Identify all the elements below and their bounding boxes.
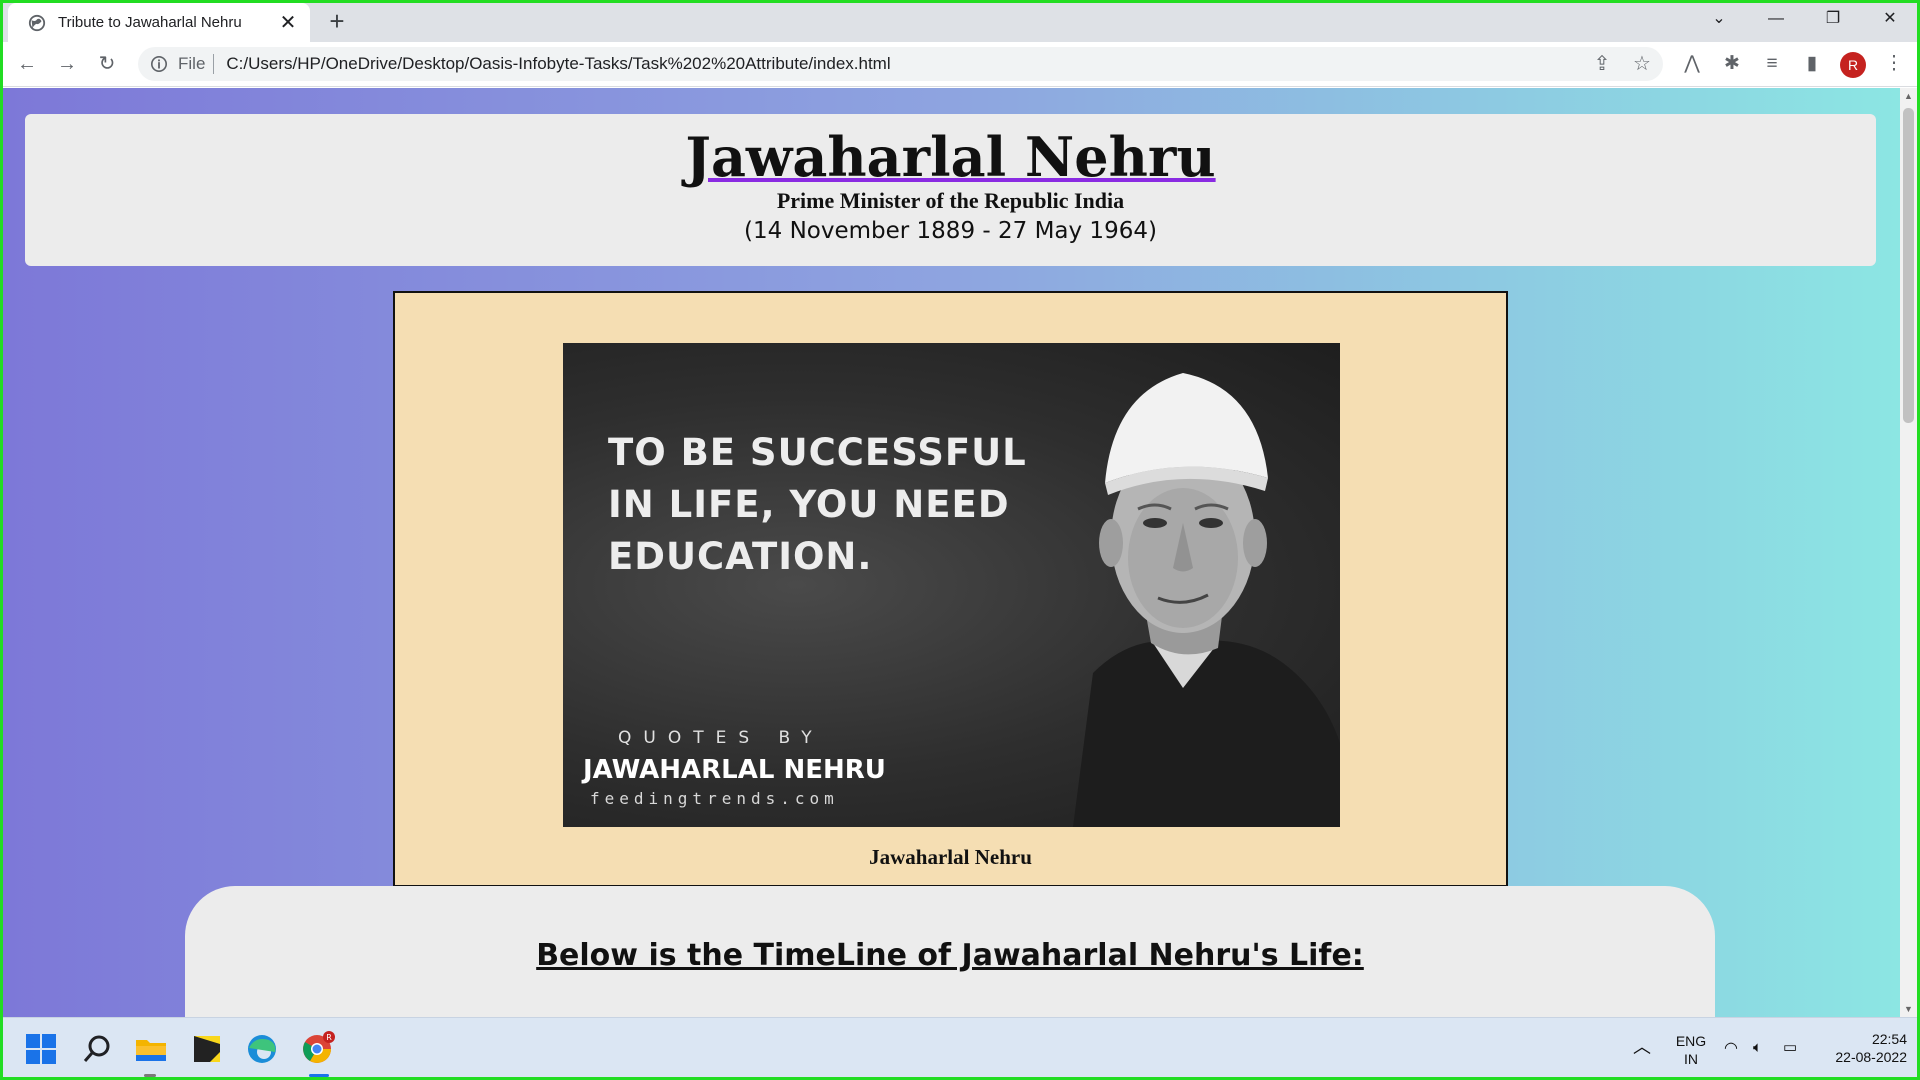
image-figure: TO BE SUCCESSFUL IN LIFE, YOU NEED EDUCA… [393, 291, 1508, 887]
language-indicator[interactable]: ENG IN [1671, 1032, 1711, 1068]
new-tab-button[interactable]: + [322, 6, 352, 36]
restore-icon[interactable]: ❐ [1805, 0, 1861, 38]
tab-search-icon[interactable]: ⌄ [1691, 0, 1747, 38]
quotes-by-label: QUOTES BY [618, 728, 824, 748]
forward-icon[interactable]: → [51, 48, 83, 80]
browser-tab-active[interactable]: Tribute to Jawaharlal Nehru ✕ [8, 3, 310, 42]
chrome-profile-badge: R [326, 1033, 332, 1042]
quote-text: TO BE SUCCESSFUL IN LIFE, YOU NEED EDUCA… [608, 427, 1027, 583]
timeline-heading: Below is the TimeLine of Jawaharlal Nehr… [536, 938, 1364, 973]
url-text[interactable]: C:/Users/HP/OneDrive/Desktop/Oasis-Infob… [226, 54, 890, 74]
side-panel-icon[interactable]: ▮ [1796, 48, 1828, 80]
scroll-up-icon[interactable]: ▲ [1900, 88, 1917, 104]
page-title: Jawaharlal Nehru [685, 125, 1216, 189]
info-icon[interactable] [150, 55, 168, 73]
minimize-icon[interactable]: — [1748, 0, 1804, 38]
sticky-notes-icon[interactable] [188, 1030, 226, 1068]
battery-icon[interactable]: ▭ [1783, 1039, 1797, 1057]
page-subtitle: Prime Minister of the Republic India [776, 188, 1125, 213]
scroll-down-icon[interactable]: ▼ [1900, 1001, 1917, 1017]
quote-line-1: TO BE SUCCESSFUL [608, 431, 1027, 474]
nehru-portrait [1073, 373, 1340, 827]
clock-date: 22-08-2022 [1835, 1049, 1907, 1065]
globe-icon [28, 14, 46, 31]
wifi-icon[interactable]: ◠ [1724, 1040, 1738, 1058]
scrollbar-thumb[interactable] [1903, 108, 1914, 423]
timeline-card: Below is the TimeLine of Jawaharlal Nehr… [185, 886, 1715, 1017]
language-code: ENG [1675, 1033, 1707, 1049]
region-code: IN [1684, 1051, 1698, 1067]
page-viewport: Jawaharlal Nehru Prime Minister of the R… [3, 88, 1900, 1017]
clock[interactable]: 22:54 22-08-2022 [1815, 1030, 1907, 1066]
active-app-indicator [309, 1074, 329, 1077]
quote-image: TO BE SUCCESSFUL IN LIFE, YOU NEED EDUCA… [563, 343, 1340, 827]
extensions-puzzle-icon[interactable]: ✱ [1716, 48, 1748, 80]
share-icon[interactable]: ⇪ [1586, 48, 1618, 80]
file-explorer-icon[interactable] [132, 1030, 170, 1068]
windows-start-icon[interactable] [22, 1030, 60, 1068]
quote-line-2: IN LIFE, YOU NEED [608, 483, 1010, 526]
browser-toolbar: ← → ↻ File C:/Users/HP/OneDrive/Desktop/… [0, 42, 1920, 87]
quote-author-name: JAWAHARLAL NEHRU [583, 755, 886, 785]
tray-chevron-up-icon[interactable]: ︿ [1633, 1038, 1651, 1056]
chrome-browser-icon[interactable]: R [298, 1030, 336, 1068]
tab-title: Tribute to Jawaharlal Nehru [58, 14, 242, 31]
menu-kebab-icon[interactable]: ⋮ [1878, 48, 1910, 80]
search-icon[interactable] [78, 1030, 116, 1068]
windows-taskbar: R ︿ ENG IN ◠ 🔈︎ ▭ 22:54 22-08-2022 [0, 1017, 1920, 1080]
bookmark-star-icon[interactable]: ☆ [1626, 48, 1658, 80]
close-window-icon[interactable]: ✕ [1862, 0, 1918, 38]
url-separator [213, 54, 215, 74]
back-icon[interactable]: ← [11, 48, 43, 80]
profile-avatar[interactable]: R [1840, 52, 1866, 78]
extension-a-icon[interactable]: ⋀ [1676, 48, 1708, 80]
edge-browser-icon[interactable] [243, 1030, 281, 1068]
quote-site: feedingtrends.com [590, 789, 839, 808]
tab-strip: Tribute to Jawaharlal Nehru ✕ + ⌄ — ❐ ✕ [0, 0, 1920, 42]
clock-time: 22:54 [1871, 1031, 1907, 1047]
url-scheme: File [178, 54, 206, 73]
tab-close-icon[interactable]: ✕ [278, 10, 298, 35]
life-dates: (14 November 1889 - 27 May 1964) [744, 218, 1157, 244]
address-bar[interactable]: File C:/Users/HP/OneDrive/Desktop/Oasis-… [138, 47, 1663, 81]
image-caption: Jawaharlal Nehru [869, 845, 1032, 869]
header-card: Jawaharlal Nehru Prime Minister of the R… [25, 114, 1876, 266]
page-scrollbar[interactable]: ▲ ▼ [1900, 88, 1917, 1017]
running-app-indicator [144, 1074, 156, 1077]
quote-line-3: EDUCATION. [608, 535, 873, 578]
volume-icon[interactable]: 🔈︎ [1753, 1039, 1762, 1057]
reload-icon[interactable]: ↻ [91, 48, 123, 80]
reading-list-icon[interactable]: ≡ [1756, 48, 1788, 80]
